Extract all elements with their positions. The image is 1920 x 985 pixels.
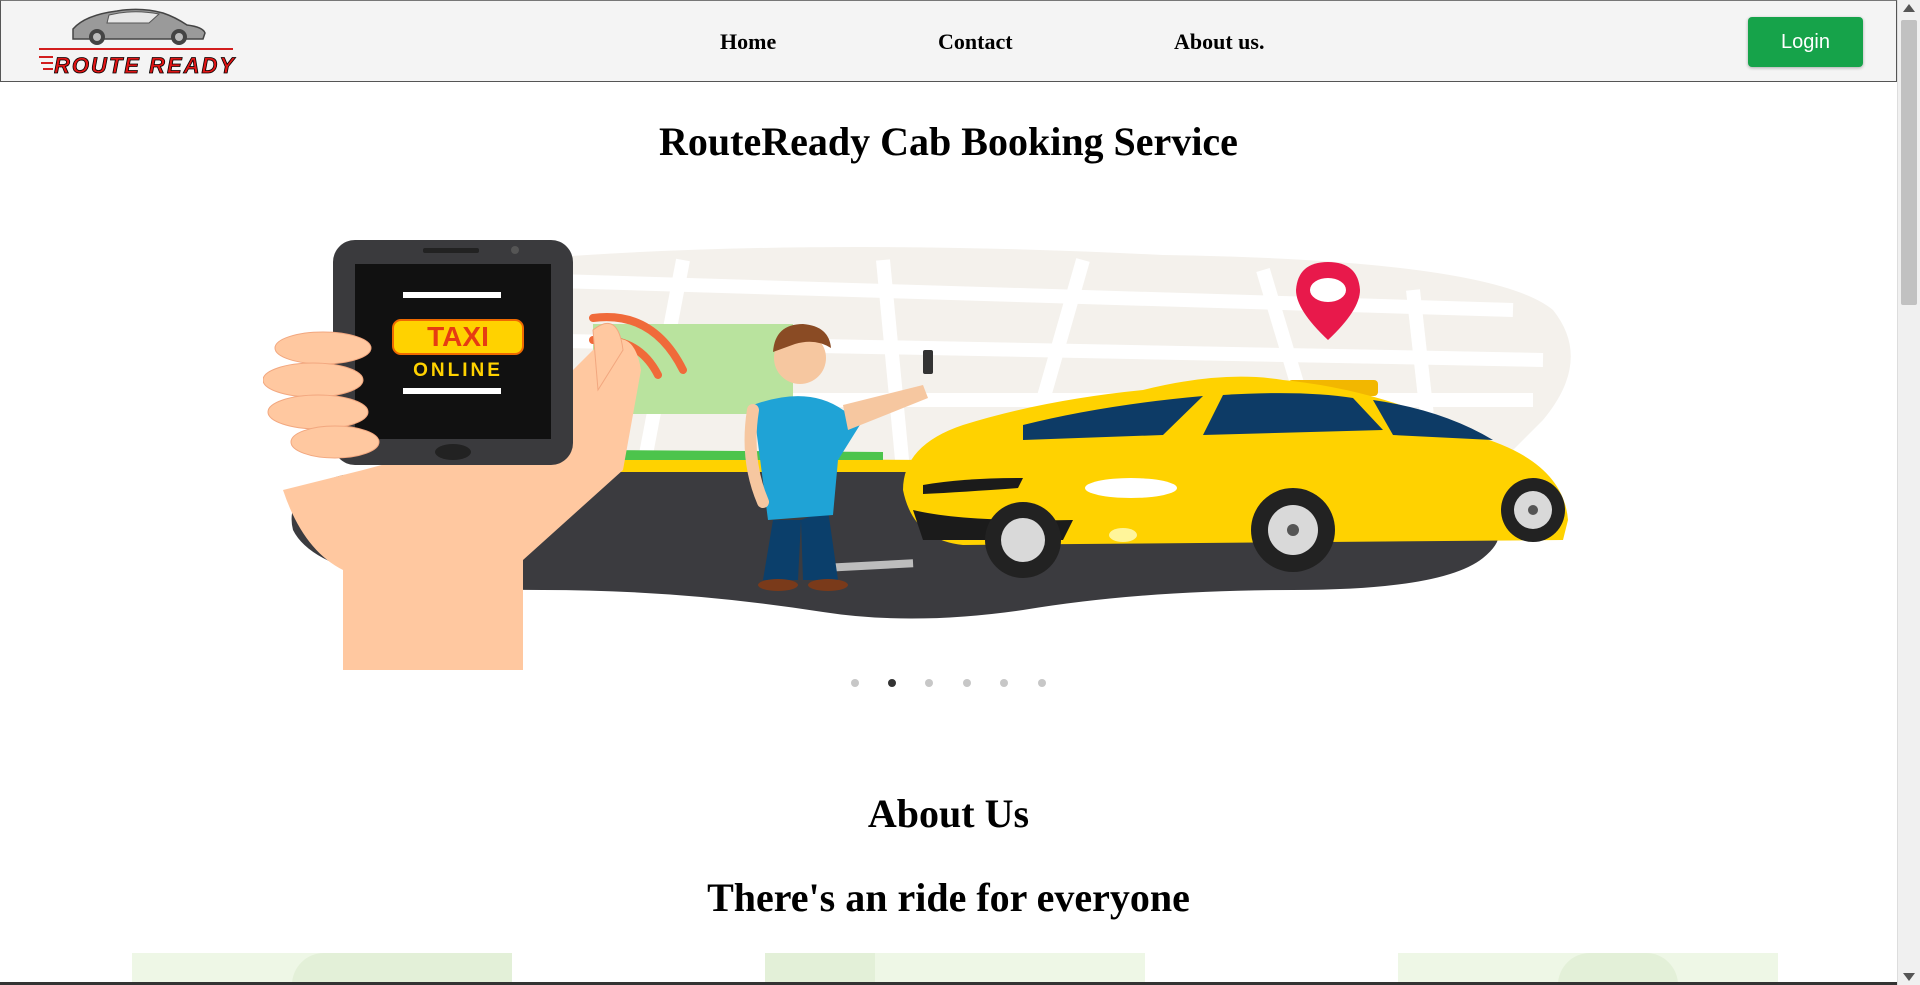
phone-online-text: ONLINE xyxy=(413,360,503,381)
navbar: ROUTE READY Home Contact About us. Login xyxy=(0,0,1897,82)
about-us-subheading: There's an ride for everyone xyxy=(707,875,1190,920)
login-button[interactable]: Login xyxy=(1748,17,1863,67)
route-ready-logo[interactable]: ROUTE READY xyxy=(37,3,242,79)
logo-text: ROUTE READY xyxy=(54,53,236,78)
ride-card[interactable] xyxy=(1398,953,1778,985)
nav-about-link[interactable]: About us. xyxy=(1174,29,1264,55)
ride-card[interactable] xyxy=(132,953,512,985)
car-logo-icon: ROUTE READY xyxy=(39,8,236,78)
card-image-shade xyxy=(765,953,875,985)
nav-contact-link[interactable]: Contact xyxy=(938,29,1013,55)
scroll-down-arrow-icon[interactable] xyxy=(1903,973,1915,981)
page-title: RouteReady Cab Booking Service xyxy=(659,119,1238,164)
carousel-dot-1[interactable] xyxy=(851,679,859,687)
ride-card[interactable] xyxy=(765,953,1145,985)
card-image-shade xyxy=(292,953,512,985)
scroll-up-arrow-icon[interactable] xyxy=(1903,4,1915,12)
carousel-dot-4[interactable] xyxy=(963,679,971,687)
carousel-dot-5[interactable] xyxy=(1000,679,1008,687)
nav-home-link[interactable]: Home xyxy=(720,29,776,55)
card-image-shade xyxy=(1558,953,1678,985)
hero-carousel-slide: TAXI ONLINE xyxy=(262,240,1663,670)
scrollbar-thumb[interactable] xyxy=(1901,20,1917,305)
phone-taxi-text: TAXI xyxy=(427,321,489,352)
carousel-dot-3[interactable] xyxy=(925,679,933,687)
vertical-scrollbar[interactable] xyxy=(1897,0,1920,985)
carousel-dot-2[interactable] xyxy=(888,679,896,687)
taxi-booking-illustration: TAXI ONLINE xyxy=(262,240,1571,670)
carousel-dot-6[interactable] xyxy=(1038,679,1046,687)
about-us-heading: About Us xyxy=(867,791,1030,836)
